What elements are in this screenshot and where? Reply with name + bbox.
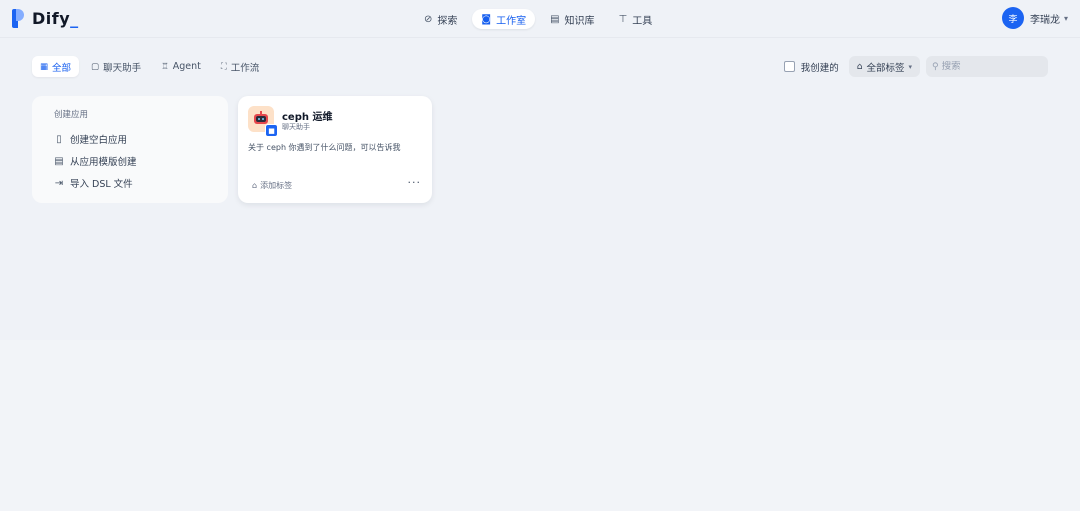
import-icon: ⇥: [54, 177, 64, 189]
app-avatar: ■: [248, 106, 278, 137]
create-blank-app-button[interactable]: ▯ 创建空白应用: [54, 128, 228, 150]
create-from-template-button[interactable]: ▤ 从应用模版创建: [54, 150, 228, 172]
top-navbar: Dify_ ⊘ 探索 ◙ 工作室 ▤ 知识库 ⊤ 工具 李 李瑞龙 ▾: [0, 0, 1080, 38]
created-by-me-filter[interactable]: 我创建的: [783, 60, 839, 74]
compass-icon: ⊘: [424, 13, 433, 25]
search-icon: ⚲: [932, 61, 939, 72]
tag-icon: ⌂: [856, 61, 863, 72]
nav-studio-label: 工作室: [496, 15, 527, 27]
app-card[interactable]: ■ ceph 运维 聊天助手 关于 ceph 你遇到了什么问题，可以告诉我 ⌂ …: [238, 96, 432, 203]
chevron-down-icon: ▾: [1063, 13, 1068, 23]
avatar: 李: [1001, 7, 1024, 29]
tag-filter-label: 全部标签: [866, 62, 905, 74]
nav-explore[interactable]: ⊘ 探索: [415, 9, 466, 29]
file-template-icon: ▤: [54, 155, 64, 167]
tab-workflow[interactable]: ⛶ 工作流: [213, 56, 267, 77]
create-blank-app-label: 创建空白应用: [70, 135, 128, 146]
search-box[interactable]: ⚲: [926, 56, 1048, 77]
dify-logo[interactable]: Dify_: [12, 9, 79, 28]
import-dsl-label: 导入 DSL 文件: [70, 179, 133, 190]
create-from-template-label: 从应用模版创建: [70, 157, 137, 168]
brand-name: Dify: [32, 9, 71, 28]
created-by-me-checkbox[interactable]: [783, 61, 795, 72]
tab-agent-label: Agent: [172, 61, 201, 72]
nav-knowledge[interactable]: ▤ 知识库: [541, 9, 603, 29]
nav-tools[interactable]: ⊤ 工具: [610, 9, 662, 29]
nav-explore-label: 探索: [437, 15, 458, 27]
search-input[interactable]: [941, 61, 1037, 72]
file-plus-icon: ▯: [56, 133, 62, 145]
create-app-title: 创建应用: [54, 110, 89, 120]
book-icon: ▤: [550, 13, 560, 25]
tab-all[interactable]: ▦ 全部: [32, 56, 80, 77]
tab-all-label: 全部: [52, 62, 72, 74]
app-type-tabs: ▦ 全部 ▢ 聊天助手 ♖ Agent ⛶ 工作流: [32, 56, 267, 77]
nav-tools-label: 工具: [632, 15, 653, 27]
chevron-down-icon: ▾: [908, 62, 912, 71]
tab-workflow-label: 工作流: [230, 62, 260, 74]
tag-icon: ⌂: [252, 181, 258, 190]
add-tag-button[interactable]: ⌂ 添加标签: [252, 180, 292, 191]
chatbot-badge-icon: ■: [265, 124, 278, 137]
hammer-icon: ⊤: [618, 13, 628, 25]
user-menu[interactable]: 李 李瑞龙 ▾: [1001, 7, 1068, 29]
nav-studio[interactable]: ◙ 工作室: [472, 9, 536, 29]
add-tag-label: 添加标签: [260, 181, 293, 190]
import-dsl-button[interactable]: ⇥ 导入 DSL 文件: [54, 172, 228, 194]
chat-icon: ▢: [91, 61, 100, 72]
agent-icon: ♖: [161, 61, 169, 72]
robot-icon: ◙: [481, 13, 492, 25]
tag-filter-select[interactable]: ⌂ 全部标签 ▾: [848, 56, 920, 77]
app-name: ceph 运维: [282, 112, 333, 123]
create-app-card: 创建应用 ▯ 创建空白应用 ▤ 从应用模版创建 ⇥ 导入 DSL 文件: [32, 96, 228, 203]
main-nav: ⊘ 探索 ◙ 工作室 ▤ 知识库 ⊤ 工具: [415, 9, 661, 29]
workflow-icon: ⛶: [220, 61, 227, 72]
tab-agent[interactable]: ♖ Agent: [153, 56, 209, 77]
right-filters: 我创建的 ⌂ 全部标签 ▾ ⚲: [783, 56, 1048, 77]
created-by-me-label: 我创建的: [800, 62, 839, 74]
tab-chatbot[interactable]: ▢ 聊天助手: [83, 56, 149, 77]
user-name: 李瑞龙: [1029, 14, 1060, 26]
tab-chatbot-label: 聊天助手: [103, 62, 142, 74]
app-type: 聊天助手: [282, 123, 310, 131]
app-description: 关于 ceph 你遇到了什么问题，可以告诉我: [248, 143, 401, 152]
nav-knowledge-label: 知识库: [564, 15, 595, 27]
page-background-lower: [0, 340, 1080, 511]
grid-icon: ▦: [40, 61, 49, 72]
dify-logo-icon: [12, 9, 24, 28]
more-options-icon[interactable]: ···: [408, 176, 422, 189]
